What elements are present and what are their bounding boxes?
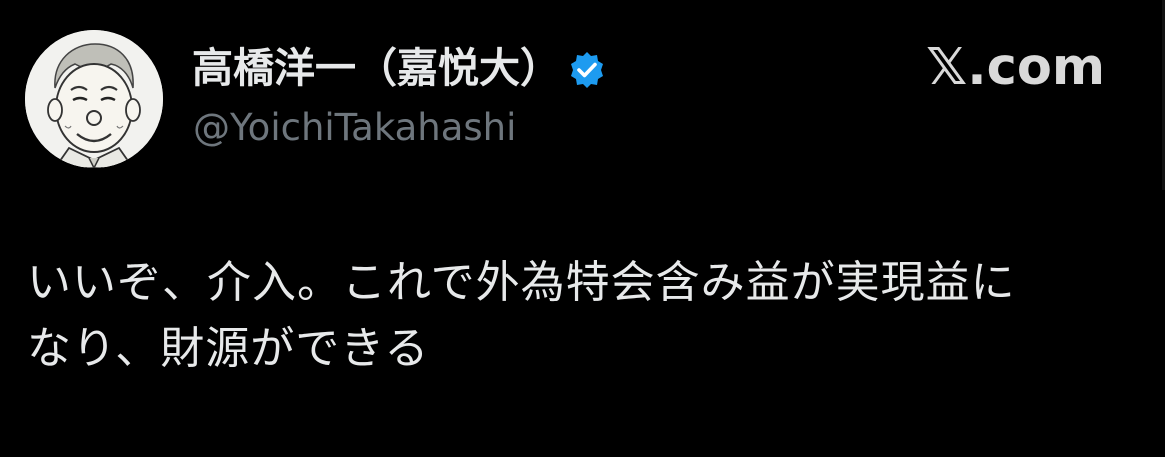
- avatar[interactable]: [25, 30, 163, 168]
- tweet-card: 高橋洋一（嘉悦大） @YoichiTakahashi 𝕏.com いいぞ、介入。…: [0, 0, 1165, 457]
- avatar-illustration: [25, 30, 163, 168]
- tweet-text: いいぞ、介入。これで外為特会含み益が実現益に なり、財源ができる: [27, 257, 1016, 374]
- user-handle[interactable]: @YoichiTakahashi: [193, 103, 516, 153]
- display-name[interactable]: 高橋洋一（嘉悦大）: [192, 40, 561, 96]
- x-com-logo: 𝕏.com: [926, 38, 1105, 97]
- display-name-row[interactable]: 高橋洋一（嘉悦大）: [192, 40, 607, 96]
- verified-badge-icon: [567, 48, 607, 88]
